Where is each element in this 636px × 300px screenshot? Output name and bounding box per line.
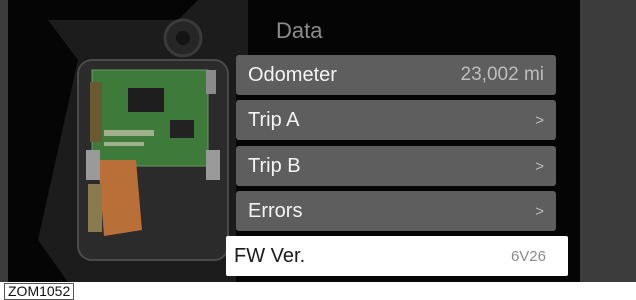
mount-bracket-right: [206, 150, 220, 180]
menu-item-errors[interactable]: Errors >: [236, 191, 556, 231]
menu-item-label: Trip A: [248, 108, 300, 131]
menu-item-label: Odometer: [248, 63, 337, 86]
board-trace: [104, 130, 154, 136]
chevron-right-icon: >: [535, 111, 544, 129]
menu-item-trip-a[interactable]: Trip A >: [236, 100, 556, 140]
menu-item-fw-version[interactable]: FW Ver. 6V26: [226, 236, 568, 276]
mount-bracket-left: [86, 150, 100, 180]
board-trace-2: [104, 142, 144, 146]
mount-bracket-top: [206, 70, 216, 94]
cable-connector: [88, 184, 102, 232]
display-screen: Data Odometer 23,002 mi Trip A > Trip B …: [8, 0, 580, 282]
figure-reference-code: ZOM1052: [4, 283, 75, 300]
board-connector: [90, 82, 102, 142]
ribbon-cable: [98, 160, 142, 236]
screen-title: Data: [276, 18, 323, 43]
menu-item-label: Errors: [248, 199, 303, 222]
controller-board-illustration: [38, 0, 248, 282]
chevron-right-icon: >: [535, 202, 544, 220]
odometer-value: 23,002 mi: [460, 64, 544, 85]
menu-item-label: Trip B: [248, 154, 301, 177]
frame-hub: [176, 31, 190, 45]
chevron-right-icon: >: [535, 157, 544, 175]
board-chip: [128, 88, 164, 112]
left-bezel: [0, 0, 8, 282]
board-chip-small: [170, 120, 194, 138]
circuit-board: [91, 69, 209, 167]
menu-item-trip-b[interactable]: Trip B >: [236, 146, 556, 186]
menu-item-odometer[interactable]: Odometer 23,002 mi: [236, 55, 556, 95]
right-bezel: [580, 0, 636, 282]
menu-item-label: FW Ver.: [234, 244, 306, 267]
fw-version-value: 6V26: [510, 247, 546, 265]
